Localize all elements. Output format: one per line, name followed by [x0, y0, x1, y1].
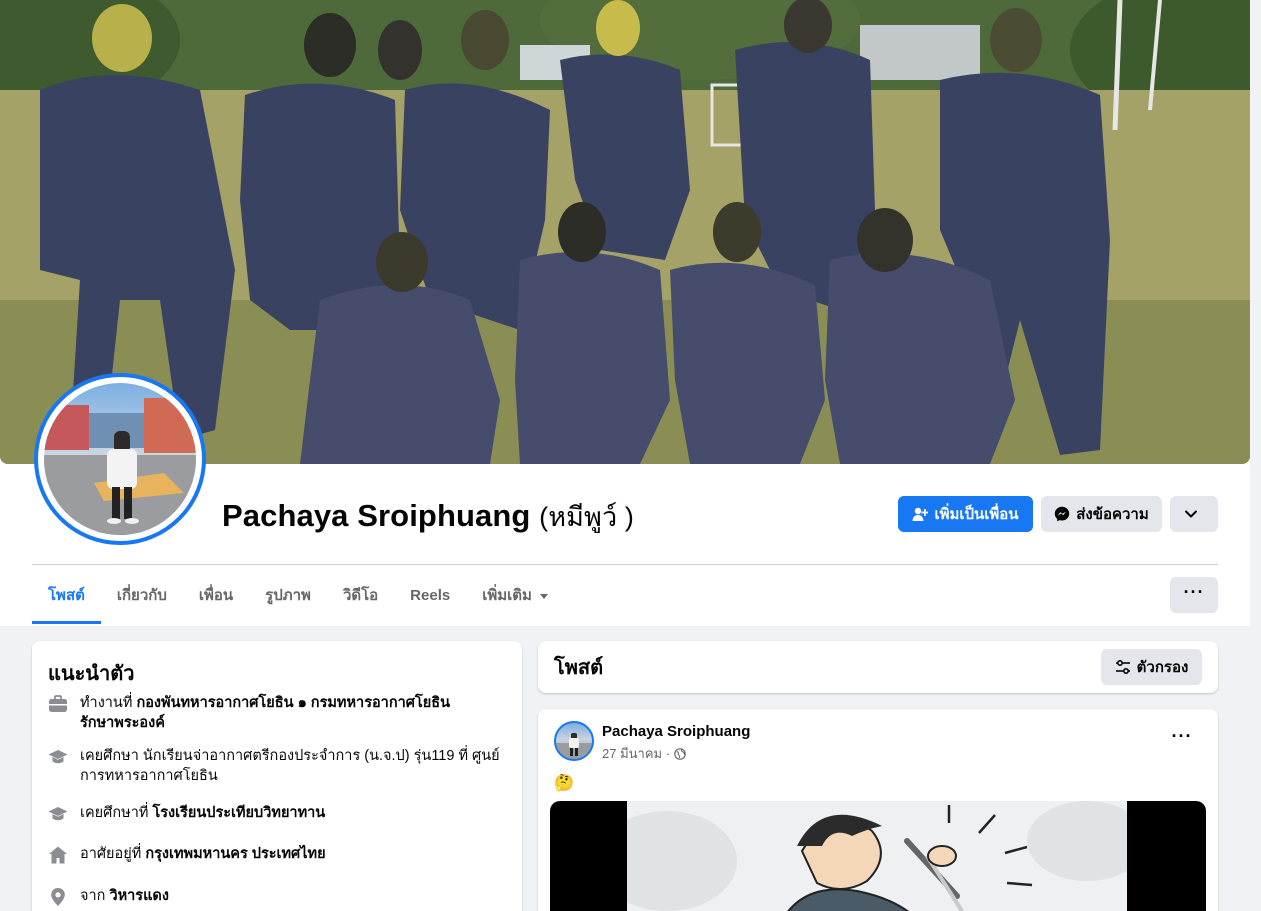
filter-sliders-icon — [1115, 659, 1130, 675]
profile-header: Pachaya Sroiphuang (หมีพูว์ ) เพิ่มเป็นเ… — [0, 0, 1261, 626]
cover-photo-illustration — [0, 0, 1250, 464]
briefcase-icon — [49, 695, 67, 712]
chevron-down-icon — [1185, 510, 1197, 518]
intro-school-link-cont[interactable]: การทหารอากาศโยธิน — [80, 768, 218, 784]
message-button[interactable]: ส่งข้อความ — [1041, 496, 1162, 532]
intro-prefix: ทำงานที่ — [80, 695, 133, 711]
message-label: ส่งข้อความ — [1076, 506, 1149, 523]
post-image-illustration — [627, 801, 1127, 911]
post-card: Pachaya Sroiphuang 27 มีนาคม · ··· 🤔 — [538, 709, 1218, 911]
post-author-name[interactable]: Pachaya Sroiphuang — [602, 723, 750, 740]
intro-school-link[interactable]: โรงเรียนประเทียบวิทยาทาน — [152, 805, 325, 821]
intro-prefix: เคยศึกษาที่ — [80, 805, 149, 821]
intro-card: แนะนำตัว ทำงานที่ กองพันทหารอากาศโยธิน ๑… — [32, 641, 522, 911]
intro-item-from: จาก วิหารแดง — [48, 886, 506, 907]
globe-icon — [674, 747, 686, 760]
tab-label: รูปภาพ — [265, 587, 311, 604]
tab-label: Reels — [410, 586, 451, 604]
tab-photos[interactable]: รูปภาพ — [249, 566, 327, 624]
intro-text: เคยศึกษาที่ โรงเรียนประเทียบวิทยาทาน — [80, 803, 325, 823]
tab-label: โพสต์ — [48, 587, 85, 604]
intro-school-link[interactable]: นักเรียนจ่าอากาศตรีกองประจำการ (น.จ.ป) ร… — [143, 748, 500, 764]
graduation-cap-icon — [48, 807, 68, 821]
intro-prefix: จาก — [80, 888, 106, 904]
add-friend-button[interactable]: เพิ่มเป็นเพื่อน — [898, 496, 1033, 532]
intro-prefix: อาศัยอยู่ที่ — [80, 846, 142, 862]
post-options-button[interactable]: ··· — [1164, 725, 1200, 753]
tab-friends[interactable]: เพื่อน — [183, 566, 249, 624]
intro-workplace-link-cont[interactable]: รักษาพระองค์ — [80, 715, 165, 731]
filter-label: ตัวกรอง — [1136, 659, 1189, 676]
intro-text: เคยศึกษา นักเรียนจ่าอากาศตรีกองประจำการ … — [80, 746, 500, 786]
intro-item-education-2: เคยศึกษาที่ โรงเรียนประเทียบวิทยาทาน — [48, 803, 506, 824]
profile-avatar[interactable] — [34, 373, 206, 545]
tab-label: เพิ่มเติม — [482, 587, 532, 604]
filter-button[interactable]: ตัวกรอง — [1101, 649, 1202, 685]
tab-more[interactable]: เพิ่มเติม — [466, 566, 564, 624]
intro-text: ทำงานที่ กองพันทหารอากาศโยธิน ๑ กรมทหารอ… — [80, 693, 450, 733]
profile-avatar-photo — [44, 383, 196, 535]
profile-more-button[interactable]: ··· — [1170, 577, 1218, 613]
add-friend-label: เพิ่มเป็นเพื่อน — [934, 506, 1019, 523]
profile-name: Pachaya Sroiphuang (หมีพูว์ ) — [222, 495, 634, 538]
caret-down-icon — [539, 593, 548, 599]
graduation-cap-icon — [48, 750, 68, 764]
home-icon — [49, 846, 67, 864]
scrollbar-track[interactable] — [1250, 0, 1261, 911]
intro-text: จาก วิหารแดง — [80, 886, 169, 906]
intro-prefix: เคยศึกษา — [80, 748, 139, 764]
tab-videos[interactable]: วิดีโอ — [327, 566, 394, 624]
intro-hometown-link[interactable]: วิหารแดง — [109, 888, 168, 904]
more-dots-icon: ··· — [1183, 582, 1205, 602]
header-divider — [32, 564, 1218, 565]
intro-text: อาศัยอยู่ที่ กรุงเทพมหานคร ประเทศไทย — [80, 844, 326, 864]
posts-title: โพสต์ — [554, 657, 604, 679]
tab-label: เกี่ยวกับ — [116, 587, 167, 604]
tab-label: เพื่อน — [198, 587, 234, 604]
profile-tabs: โพสต์ เกี่ยวกับ เพื่อน รูปภาพ วิดีโอ Ree… — [32, 566, 564, 624]
post-meta: 27 มีนาคม · — [602, 743, 686, 764]
intro-item-education-1: เคยศึกษา นักเรียนจ่าอากาศตรีกองประจำการ … — [48, 746, 506, 786]
post-date[interactable]: 27 มีนาคม · — [602, 743, 670, 764]
tab-about[interactable]: เกี่ยวกับ — [101, 566, 183, 624]
more-dots-icon: ··· — [1171, 726, 1193, 746]
profile-nickname: (หมีพูว์ ) — [539, 502, 634, 532]
add-friend-icon — [912, 507, 929, 521]
intro-title: แนะนำตัว — [48, 663, 135, 685]
cover-photo[interactable] — [0, 0, 1250, 464]
messenger-icon — [1055, 506, 1070, 522]
posts-header-card: โพสต์ ตัวกรอง — [538, 641, 1218, 693]
tab-reels[interactable]: Reels — [394, 566, 466, 624]
post-text: 🤔 — [554, 775, 574, 792]
post-image[interactable] — [550, 801, 1206, 911]
intro-item-work: ทำงานที่ กองพันทหารอากาศโยธิน ๑ กรมทหารอ… — [48, 693, 506, 733]
post-author-avatar[interactable] — [554, 721, 594, 761]
intro-workplace-link[interactable]: กองพันทหารอากาศโยธิน ๑ กรมทหารอากาศโยธิน — [136, 695, 450, 711]
location-pin-icon — [51, 888, 65, 906]
intro-item-lives-in: อาศัยอยู่ที่ กรุงเทพมหานคร ประเทศไทย — [48, 844, 506, 865]
tab-posts[interactable]: โพสต์ — [32, 566, 101, 624]
more-options-dropdown-button[interactable] — [1170, 496, 1218, 532]
profile-name-text: Pachaya Sroiphuang — [222, 498, 531, 533]
intro-city-link[interactable]: กรุงเทพมหานคร ประเทศไทย — [145, 846, 325, 862]
tab-label: วิดีโอ — [342, 587, 379, 604]
